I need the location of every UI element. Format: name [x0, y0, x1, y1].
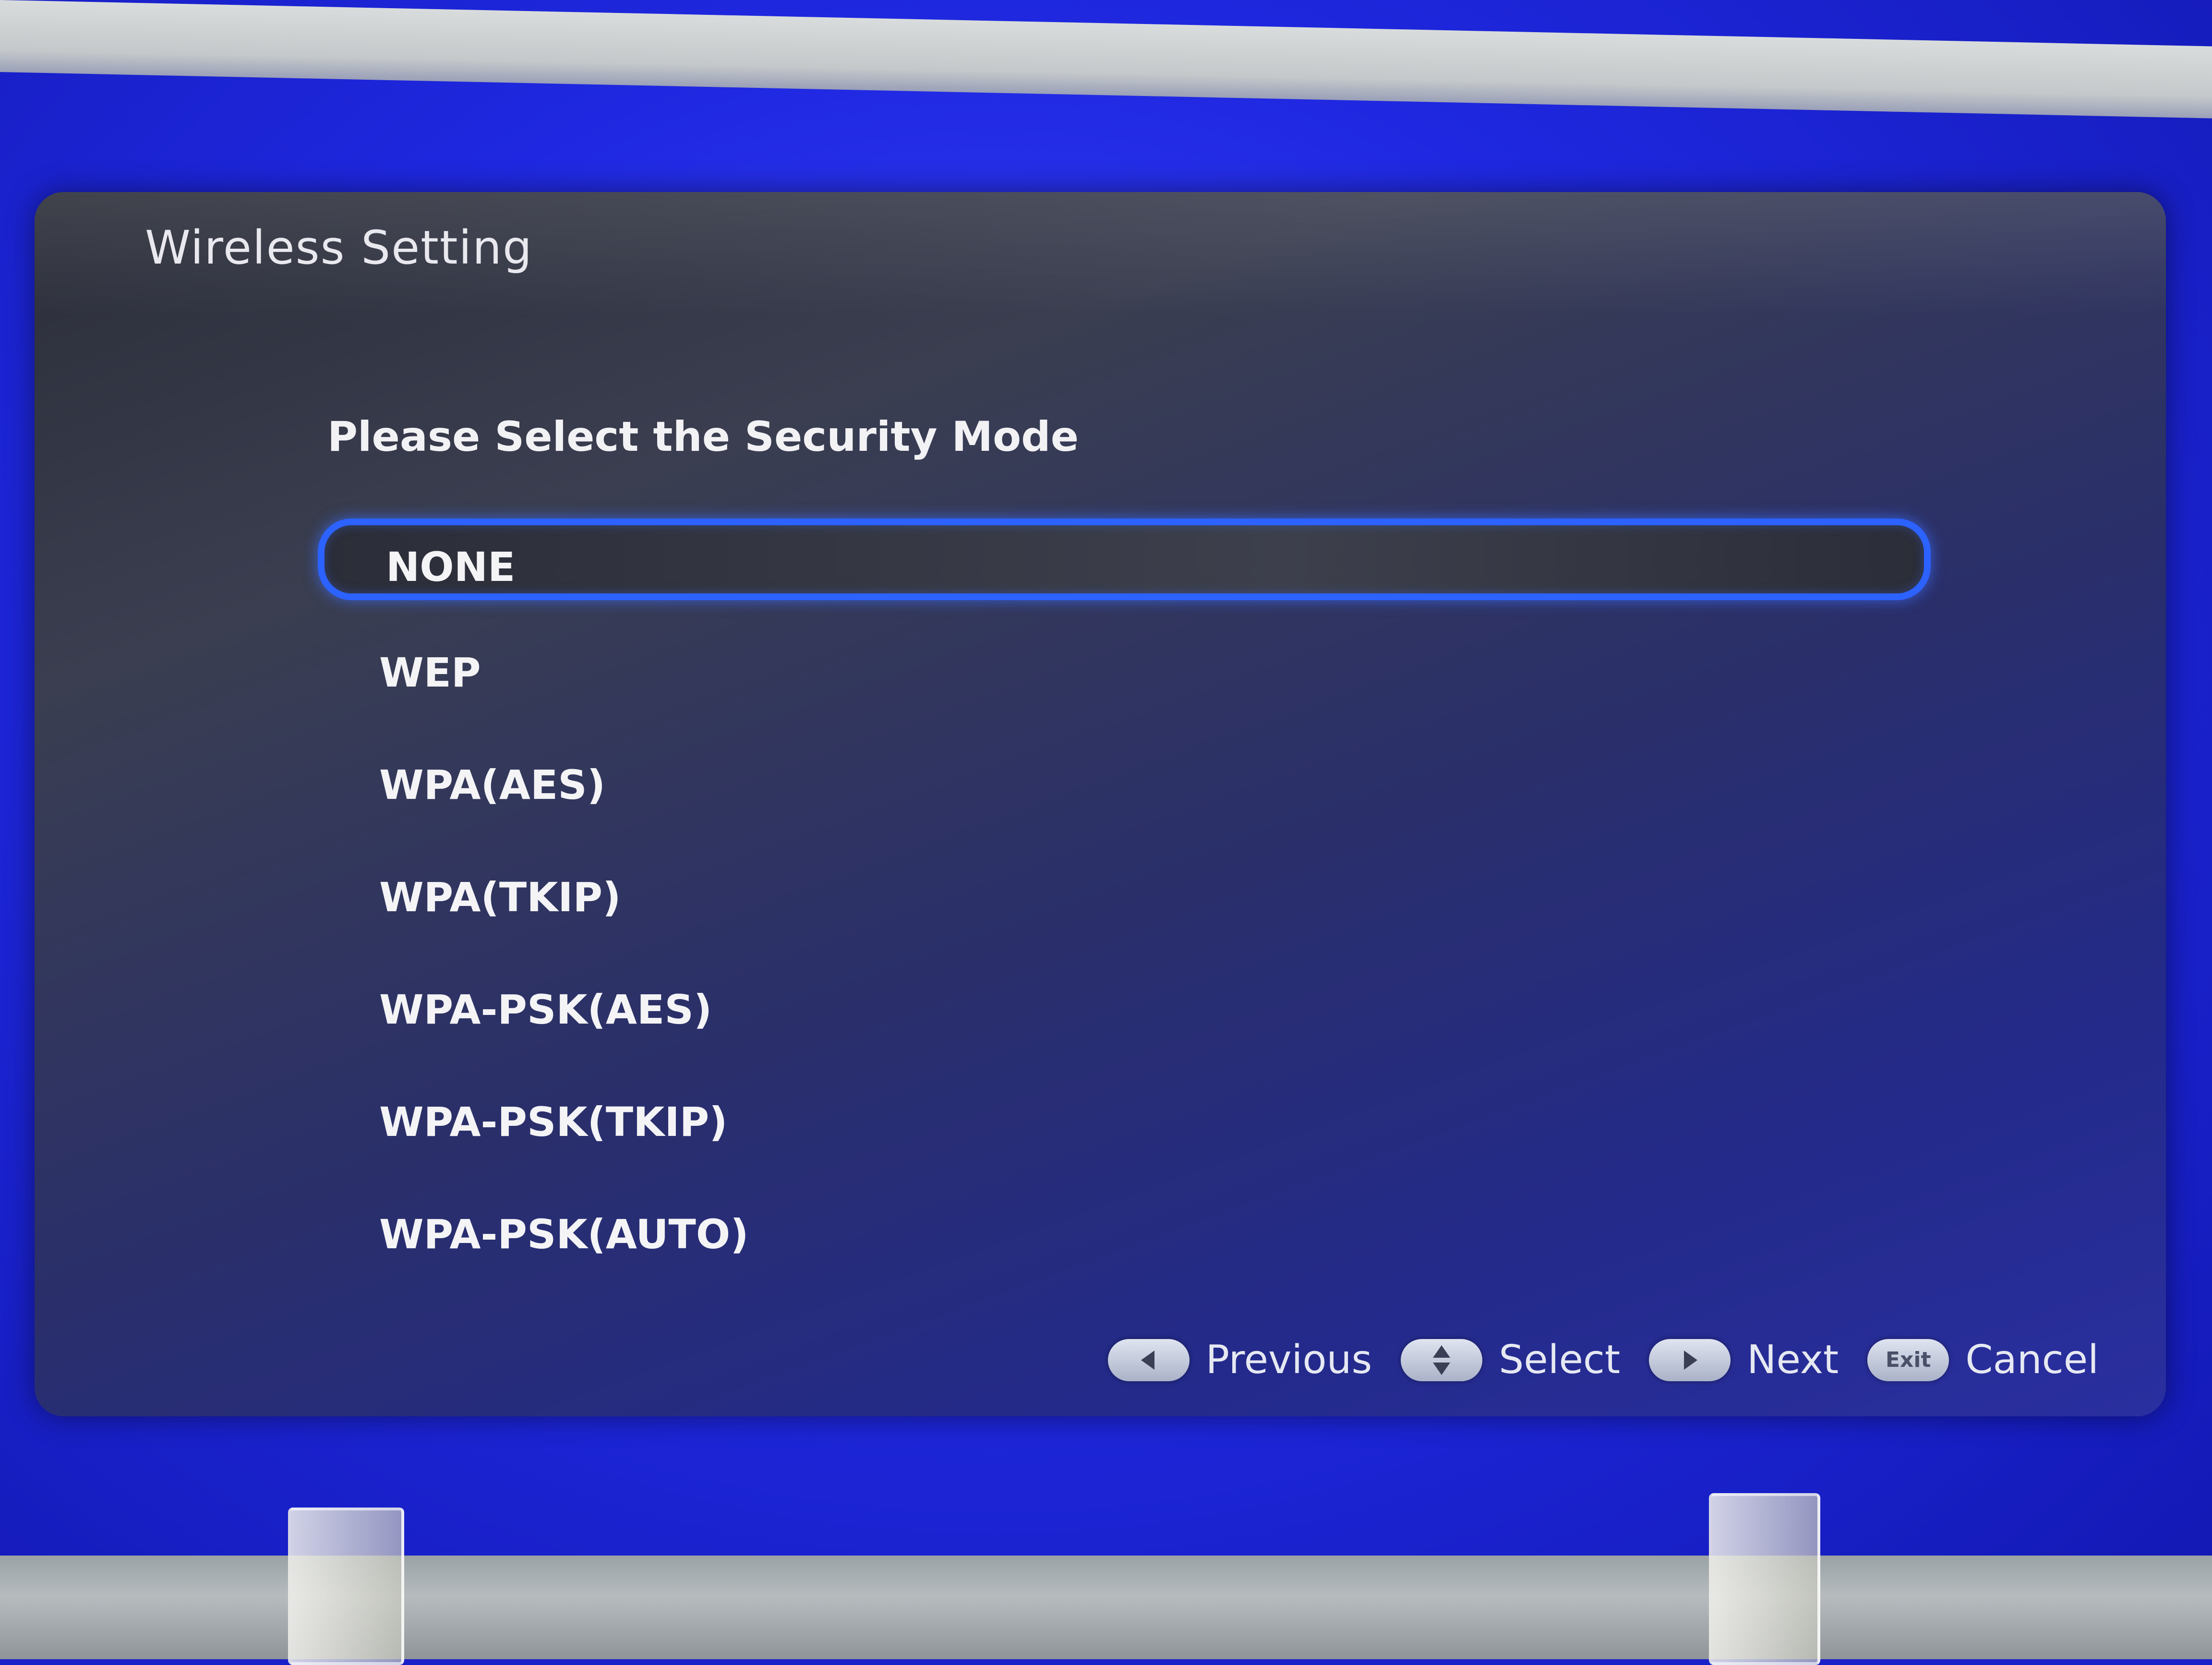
button-hints-bar: Previous Select Next Exit Cancel — [1107, 1337, 2099, 1383]
option-wpa-psk-auto[interactable]: WPA-PSK(AUTO) — [318, 1193, 1931, 1274]
exit-key-icon: Exit — [1867, 1339, 1949, 1381]
next-label: Next — [1747, 1337, 1839, 1383]
arrow-right-icon — [1649, 1339, 1731, 1381]
option-none[interactable]: NONE — [318, 519, 1931, 600]
security-mode-prompt: Please Select the Security Mode — [327, 413, 1079, 461]
option-wpa-psk-aes[interactable]: WPA-PSK(AES) — [318, 968, 1931, 1050]
option-wpa-psk-tkip[interactable]: WPA-PSK(TKIP) — [318, 1080, 1931, 1162]
option-wpa-aes[interactable]: WPA(AES) — [318, 743, 1931, 825]
exit-key-text: Exit — [1885, 1348, 1931, 1372]
option-label: WPA(AES) — [379, 761, 606, 808]
option-label: NONE — [386, 543, 516, 591]
option-label: WPA-PSK(AES) — [379, 986, 712, 1033]
option-wep[interactable]: WEP — [318, 631, 1931, 712]
arrow-left-icon — [1107, 1339, 1190, 1381]
option-label: WPA(TKIP) — [379, 874, 621, 921]
security-mode-list: NONE WEP WPA(AES) WPA(TKIP) WPA-PSK(AES)… — [318, 519, 1931, 1305]
previous-label: Previous — [1205, 1337, 1372, 1383]
option-label: WPA-PSK(TKIP) — [379, 1098, 728, 1146]
monitor-stand-right — [1709, 1493, 1820, 1665]
select-hint[interactable]: Select — [1401, 1337, 1620, 1383]
option-label: WEP — [379, 649, 481, 696]
previous-hint[interactable]: Previous — [1107, 1337, 1372, 1383]
option-wpa-tkip[interactable]: WPA(TKIP) — [318, 856, 1931, 937]
select-label: Select — [1499, 1337, 1621, 1383]
next-hint[interactable]: Next — [1649, 1337, 1839, 1383]
monitor-stand-left — [288, 1508, 404, 1665]
arrow-up-down-icon — [1401, 1339, 1483, 1381]
option-label: WPA-PSK(AUTO) — [379, 1211, 749, 1258]
cancel-hint[interactable]: Exit Cancel — [1867, 1337, 2099, 1383]
dialog-title: Wireless Setting — [145, 221, 533, 275]
wireless-setting-dialog: Wireless Setting Please Select the Secur… — [35, 192, 2166, 1416]
cancel-label: Cancel — [1965, 1337, 2099, 1383]
